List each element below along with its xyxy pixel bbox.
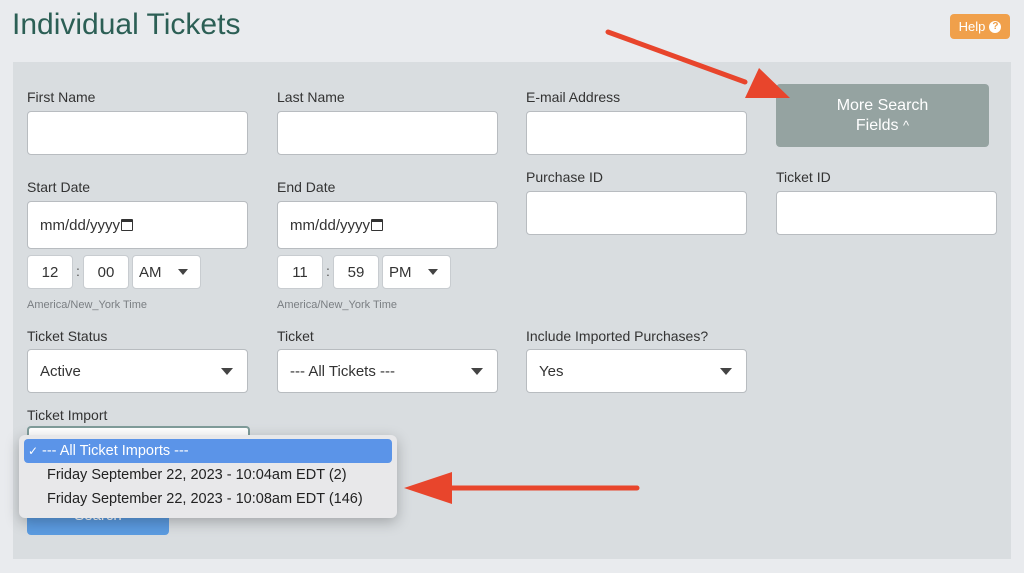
purchase-id-input[interactable] — [526, 191, 747, 235]
start-timezone: America/New_York Time — [27, 299, 148, 311]
last-name-input[interactable] — [277, 111, 498, 155]
check-icon: ✓ — [28, 444, 39, 458]
chevron-up-icon: ^ — [903, 117, 910, 133]
email-label: E-mail Address — [526, 89, 621, 105]
end-date-placeholder: mm/dd/yyyy — [290, 216, 371, 234]
dropdown-option-label: --- All Ticket Imports --- — [42, 443, 189, 459]
help-button[interactable]: Help ? — [950, 14, 1010, 39]
more-search-fields-button[interactable]: More Search Fields ^ — [776, 84, 989, 147]
start-date-placeholder: mm/dd/yyyy — [40, 216, 121, 234]
caret-down-icon — [178, 269, 188, 275]
more-fields-line1: More Search — [836, 96, 929, 114]
end-date-label: End Date — [277, 179, 336, 195]
end-hour-input[interactable]: 11 — [277, 255, 323, 289]
last-name-label: Last Name — [277, 89, 345, 105]
end-ampm-value: PM — [389, 263, 412, 281]
ticket-import-dropdown: ✓ --- All Ticket Imports --- Friday Sept… — [19, 435, 397, 518]
more-fields-line2-wrap: Fields ^ — [856, 116, 909, 136]
purchase-id-label: Purchase ID — [526, 169, 604, 185]
imported-label: Include Imported Purchases? — [526, 328, 709, 344]
ticket-id-label: Ticket ID — [776, 169, 831, 185]
dropdown-option-all[interactable]: ✓ --- All Ticket Imports --- — [24, 439, 392, 463]
calendar-icon[interactable] — [371, 219, 384, 231]
first-name-input[interactable] — [27, 111, 248, 155]
imported-select[interactable]: Yes — [526, 349, 747, 393]
start-time-colon: : — [76, 263, 80, 279]
ticket-status-value: Active — [40, 362, 81, 380]
start-minute-input[interactable]: 00 — [83, 255, 129, 289]
dropdown-option-import-1[interactable]: Friday September 22, 2023 - 10:04am EDT … — [24, 463, 392, 487]
dropdown-option-import-2[interactable]: Friday September 22, 2023 - 10:08am EDT … — [24, 487, 392, 511]
end-ampm-select[interactable]: PM — [382, 255, 451, 289]
ticket-label: Ticket — [277, 328, 314, 344]
help-label: Help — [958, 19, 986, 34]
question-icon: ? — [989, 20, 1002, 33]
start-date-label: Start Date — [27, 179, 91, 195]
end-date-input[interactable]: mm/dd/yyyy — [277, 201, 498, 249]
start-ampm-select[interactable]: AM — [132, 255, 201, 289]
caret-down-icon — [221, 368, 233, 375]
email-input[interactable] — [526, 111, 747, 155]
more-fields-line2: Fields — [855, 116, 899, 134]
imported-value: Yes — [539, 362, 564, 380]
page-title: Individual Tickets — [12, 8, 241, 41]
ticket-status-select[interactable]: Active — [27, 349, 248, 393]
start-date-input[interactable]: mm/dd/yyyy — [27, 201, 248, 249]
caret-down-icon — [720, 368, 732, 375]
ticket-select[interactable]: --- All Tickets --- — [277, 349, 498, 393]
start-hour-input[interactable]: 12 — [27, 255, 73, 289]
dropdown-option-label: Friday September 22, 2023 - 10:08am EDT … — [47, 491, 363, 507]
end-time-colon: : — [326, 263, 330, 279]
ticket-import-label: Ticket Import — [27, 407, 108, 423]
start-ampm-value: AM — [139, 263, 162, 281]
ticket-value: --- All Tickets --- — [290, 362, 395, 380]
caret-down-icon — [471, 368, 483, 375]
ticket-status-label: Ticket Status — [27, 328, 108, 344]
end-timezone: America/New_York Time — [277, 299, 398, 311]
caret-down-icon — [428, 269, 438, 275]
ticket-id-input[interactable] — [776, 191, 997, 235]
first-name-label: First Name — [27, 89, 96, 105]
end-minute-input[interactable]: 59 — [333, 255, 379, 289]
dropdown-option-label: Friday September 22, 2023 - 10:04am EDT … — [47, 467, 347, 483]
calendar-icon[interactable] — [121, 219, 134, 231]
